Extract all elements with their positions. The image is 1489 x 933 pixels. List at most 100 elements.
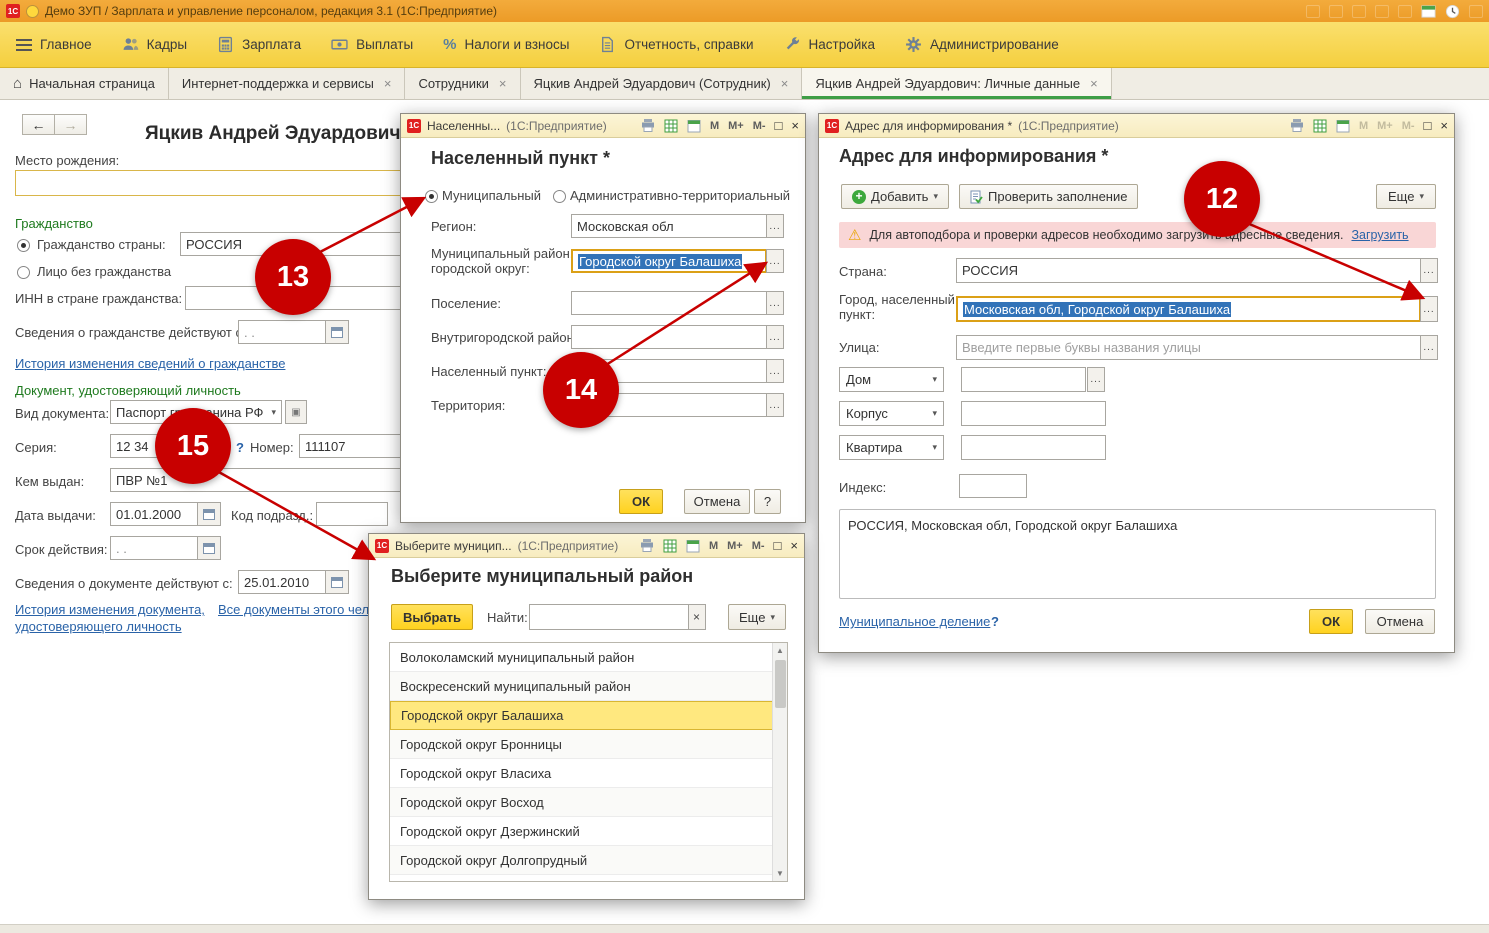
memory-plus-button[interactable]: M+ [1377, 120, 1393, 132]
memory-minus-button[interactable]: M- [753, 120, 766, 132]
all-documents-link[interactable]: Все документы этого чел [218, 602, 369, 617]
close-tab-icon[interactable]: × [499, 76, 507, 91]
building-input[interactable] [961, 401, 1106, 426]
doc-from-input[interactable]: 25.01.2010 [238, 570, 326, 594]
close-tab-icon[interactable]: × [1090, 76, 1098, 91]
close-tab-icon[interactable]: × [781, 76, 789, 91]
cancel-button[interactable]: Отмена [684, 489, 750, 514]
tab-internet-support[interactable]: Интернет-поддержка и сервисы × [169, 68, 406, 99]
house-type-combo[interactable]: Дом▾ [839, 367, 944, 392]
index-input[interactable] [959, 474, 1027, 498]
city-input[interactable]: Московская обл, Городской округ Балашиха [956, 296, 1421, 322]
vertical-scrollbar[interactable]: ▲ ▼ [772, 643, 787, 881]
list-item[interactable]: Городской округ Долгопрудный [390, 846, 774, 875]
ok-button[interactable]: ОК [619, 489, 663, 514]
house-picker-button[interactable]: ... [1087, 367, 1105, 392]
print-icon[interactable] [641, 119, 655, 132]
validity-input[interactable]: . . [110, 536, 198, 560]
tab-personal-data[interactable]: Яцкив Андрей Эдуардович: Личные данные × [802, 68, 1111, 99]
memory-button[interactable]: M [710, 120, 719, 132]
search-input[interactable] [529, 604, 689, 630]
validity-calendar-button[interactable] [197, 536, 221, 560]
list-item[interactable]: Городской округ Дзержинский [390, 817, 774, 846]
dept-code-input[interactable] [316, 502, 388, 526]
list-item[interactable]: Городской округ Бронницы [390, 730, 774, 759]
street-picker-button[interactable]: ... [1420, 335, 1438, 360]
menu-item-personnel[interactable]: Кадры [122, 36, 187, 53]
back-button[interactable]: ← [22, 114, 55, 135]
open-doc-type-button[interactable]: ▣ [285, 400, 307, 424]
forward-button[interactable]: → [54, 114, 87, 135]
select-button[interactable]: Выбрать [391, 604, 473, 630]
menu-item-reports[interactable]: Отчетность, справки [599, 36, 753, 53]
administrative-radio[interactable] [553, 190, 566, 203]
scrollbar-thumb[interactable] [775, 660, 786, 708]
print-icon[interactable] [1290, 119, 1304, 132]
find-icon[interactable] [1375, 5, 1389, 18]
house-input[interactable] [961, 367, 1086, 392]
doc-history-link[interactable]: История изменения документа, [15, 602, 205, 617]
maximize-icon[interactable]: □ [1424, 118, 1432, 133]
settlement-picker-button[interactable]: ... [766, 291, 784, 315]
calendar-icon[interactable] [686, 539, 700, 553]
intracity-input[interactable] [571, 325, 767, 349]
street-input[interactable]: Введите первые буквы названия улицы [956, 335, 1421, 360]
locality-picker-button[interactable]: ... [766, 359, 784, 383]
print-icon[interactable] [1329, 5, 1343, 18]
save-icon[interactable] [1306, 5, 1320, 18]
ok-button[interactable]: ОК [1309, 609, 1353, 634]
menu-item-settings[interactable]: Настройка [784, 36, 875, 53]
close-icon[interactable]: × [791, 118, 799, 133]
series-help-icon[interactable]: ? [236, 440, 244, 455]
settlement-input[interactable] [571, 291, 767, 315]
cancel-button[interactable]: Отмена [1365, 609, 1435, 634]
citizenship-history-link[interactable]: История изменения сведений о гражданстве [15, 356, 285, 371]
memory-minus-button[interactable]: M- [752, 540, 765, 552]
favorites-icon[interactable] [1398, 5, 1412, 18]
tab-home[interactable]: ⌂ Начальная страница [0, 68, 169, 99]
close-icon[interactable]: × [1440, 118, 1448, 133]
memory-button[interactable]: M [709, 540, 718, 552]
load-link[interactable]: Загрузить [1351, 228, 1408, 242]
tab-employees[interactable]: Сотрудники × [405, 68, 520, 99]
list-item[interactable]: Волоколамский муниципальный район [390, 643, 774, 672]
doc-history-link-line2[interactable]: удостоверяющего личность [15, 619, 182, 634]
country-input[interactable]: РОССИЯ [956, 258, 1421, 283]
table-icon[interactable] [664, 119, 678, 133]
table-icon[interactable] [663, 539, 677, 553]
district-input[interactable]: Городской округ Балашиха [571, 249, 767, 273]
list-item[interactable]: Городской округ Власиха [390, 759, 774, 788]
building-type-combo[interactable]: Корпус▾ [839, 401, 944, 426]
issue-date-input[interactable]: 01.01.2000 [110, 502, 198, 526]
list-item[interactable]: Воскресенский муниципальный район [390, 672, 774, 701]
scroll-down-icon[interactable]: ▼ [773, 866, 787, 881]
scroll-up-icon[interactable]: ▲ [773, 643, 787, 658]
number-input[interactable]: 111107 [299, 434, 402, 458]
close-icon[interactable]: × [790, 538, 798, 553]
maximize-icon[interactable]: □ [775, 118, 783, 133]
region-picker-button[interactable]: ... [766, 214, 784, 238]
doc-from-calendar-button[interactable] [325, 570, 349, 594]
help-button[interactable]: ? [754, 489, 781, 514]
table-icon[interactable] [1313, 119, 1327, 133]
issued-by-input[interactable]: ПВР №1 [110, 468, 402, 492]
citizenship-from-input[interactable]: . . [238, 320, 326, 344]
more-tools-icon[interactable] [1469, 5, 1483, 18]
municipal-radio[interactable] [425, 190, 438, 203]
memory-minus-button[interactable]: M- [1402, 120, 1415, 132]
menu-item-main[interactable]: Главное [16, 37, 92, 52]
list-item-selected[interactable]: Городской округ Балашиха [390, 701, 774, 730]
city-picker-button[interactable]: ... [1420, 296, 1438, 322]
intracity-picker-button[interactable]: ... [766, 325, 784, 349]
menu-item-taxes[interactable]: % Налоги и взносы [443, 36, 569, 53]
citizenship-from-calendar-button[interactable] [325, 320, 349, 344]
district-picker-button[interactable]: ... [766, 249, 784, 273]
memory-plus-button[interactable]: M+ [727, 540, 743, 552]
dialog-titlebar[interactable]: 1С Населенны... (1С:Предприятие) M M+ M-… [401, 114, 805, 138]
municipal-division-link[interactable]: Муниципальное деление [839, 614, 990, 629]
dialog-titlebar[interactable]: 1С Выберите муницип... (1С:Предприятие) … [369, 534, 804, 558]
clear-search-button[interactable]: × [688, 604, 706, 630]
print-icon[interactable] [640, 539, 654, 552]
menu-item-payments[interactable]: Выплаты [331, 36, 413, 53]
chevron-down-icon[interactable]: ▾ [271, 407, 276, 418]
